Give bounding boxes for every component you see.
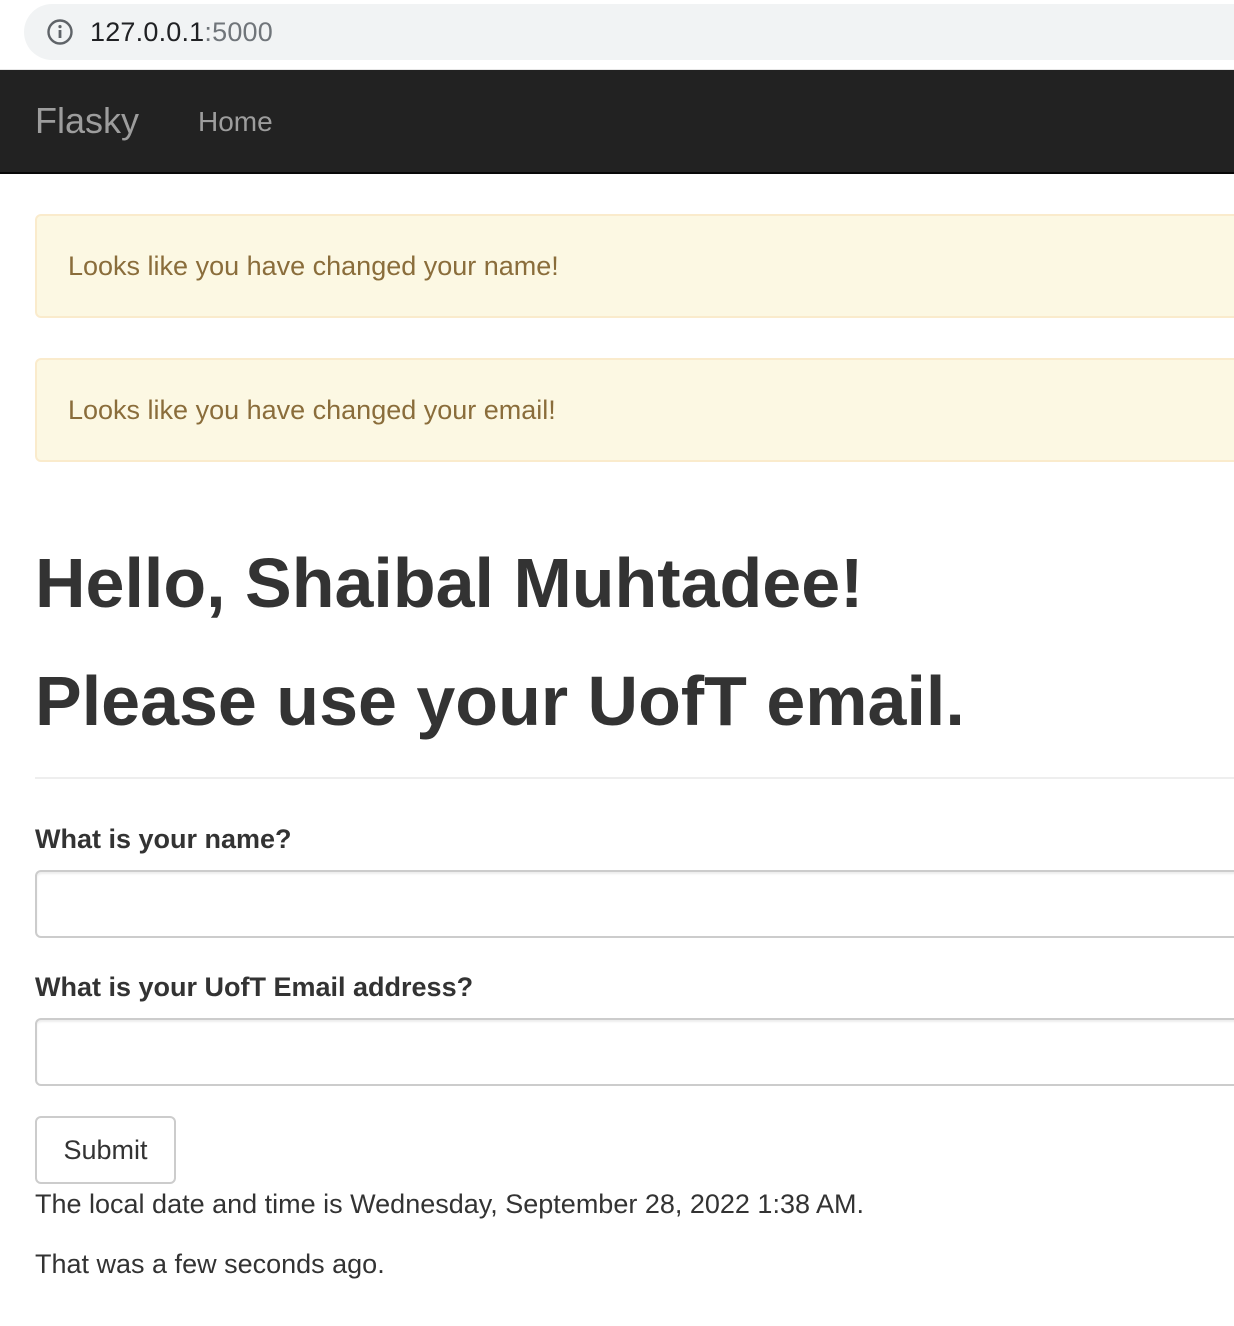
email-label: What is your UofT Email address?	[35, 972, 474, 1002]
page-header-divider	[35, 777, 1234, 779]
name-label: What is your name?	[35, 824, 292, 854]
url-text[interactable]: 127.0.0.1:5000	[90, 17, 273, 48]
submit-button[interactable]: Submit	[35, 1116, 176, 1184]
browser-chrome: 127.0.0.1:5000	[0, 0, 1234, 70]
url-host: 127.0.0.1	[90, 16, 205, 47]
name-input[interactable]	[35, 870, 1234, 938]
flash-alert-email: Looks like you have changed your email!	[35, 358, 1234, 462]
info-circle-icon[interactable]	[46, 18, 74, 46]
navbar: Flasky Home	[0, 70, 1234, 174]
flash-alert-message: Looks like you have changed your email!	[68, 394, 556, 425]
nav-link-home[interactable]: Home	[198, 106, 273, 138]
flash-alert-message: Looks like you have changed your name!	[68, 250, 559, 281]
relative-time-text: That was a few seconds ago.	[35, 1249, 385, 1279]
address-bar[interactable]: 127.0.0.1:5000	[24, 4, 1234, 60]
navbar-brand[interactable]: Flasky	[35, 101, 139, 141]
url-port: :5000	[204, 16, 273, 47]
flash-alert-name: Looks like you have changed your name!	[35, 214, 1234, 318]
greeting-heading: Hello, Shaibal Muhtadee!	[35, 544, 864, 622]
local-datetime-text: The local date and time is Wednesday, Se…	[35, 1189, 864, 1219]
email-input[interactable]	[35, 1018, 1234, 1086]
notice-heading: Please use your UofT email.	[35, 662, 965, 740]
